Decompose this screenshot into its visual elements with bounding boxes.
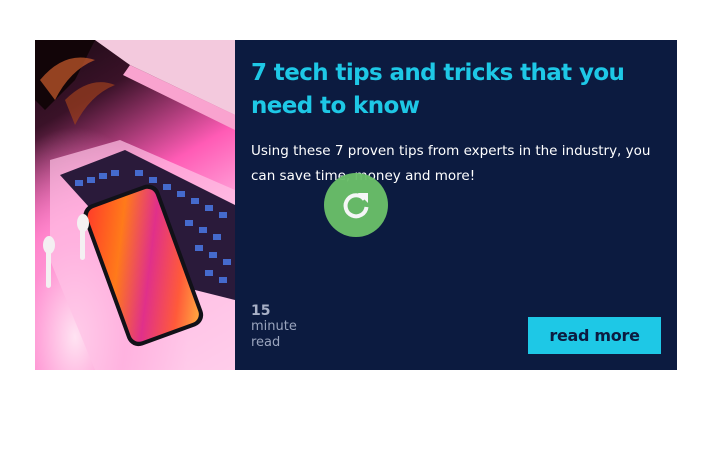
reading-time: 15 minute read — [251, 303, 297, 351]
article-image — [35, 40, 235, 370]
earbud-stem — [46, 250, 51, 288]
reading-time-unit-read: read — [251, 335, 281, 350]
reading-time-unit: minute — [251, 319, 297, 334]
article-content: 7 tech tips and tricks that you need to … — [235, 40, 677, 370]
refresh-button[interactable] — [324, 173, 388, 237]
laptop-phone-illustration — [35, 40, 235, 370]
article-description: Using these 7 proven tips from experts i… — [251, 143, 651, 184]
plant-leaf — [65, 82, 115, 125]
article-title[interactable]: 7 tech tips and tricks that you need to … — [251, 57, 661, 123]
refresh-icon — [343, 193, 369, 219]
laptop-lid — [95, 40, 235, 115]
read-more-button[interactable]: read more — [528, 317, 661, 354]
earbud-stem — [80, 228, 85, 260]
reading-time-value: 15 — [251, 303, 271, 319]
